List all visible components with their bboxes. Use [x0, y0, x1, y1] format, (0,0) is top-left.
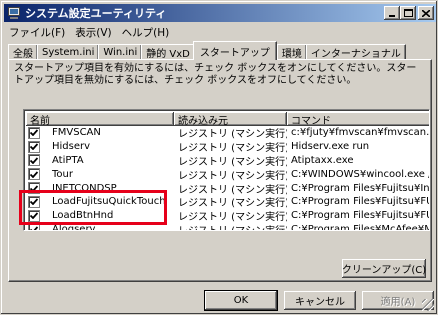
table-row[interactable]: Hidserv レジストリ (マシン実行) Hidserv.exe run: [26, 140, 429, 155]
menu-bar: ファイル(F) 表示(V) ヘルプ(H): [4, 23, 174, 41]
row-source: レジストリ (マシン実行): [178, 212, 287, 224]
row-name: AtiPTA: [52, 154, 84, 166]
row-source: レジストリ (マシン実行): [178, 198, 287, 210]
tab-environment[interactable]: 環境: [276, 44, 307, 60]
column-header-name[interactable]: 名前: [26, 112, 174, 126]
row-source: レジストリ (マシン実行): [178, 129, 287, 141]
checkmark-icon: [30, 143, 38, 151]
ok-button[interactable]: OK: [205, 291, 277, 310]
tab-system-ini[interactable]: System.ini: [37, 44, 100, 60]
row-source: レジストリ (マシン実行): [174, 222, 287, 230]
row-name-cell: AtiPTA: [26, 154, 174, 167]
row-command: Hidserv.exe run: [291, 141, 370, 153]
system-config-window: システム設定ユーティリティ ファイル(F) 表示(V) ヘルプ(H) 全般 Sy…: [0, 0, 438, 315]
menu-help[interactable]: ヘルプ(H): [117, 25, 175, 40]
checkmark-icon: [30, 129, 38, 137]
tab-win-ini[interactable]: Win.ini: [98, 44, 143, 60]
startup-item-checkbox[interactable]: [28, 140, 40, 153]
cancel-button[interactable]: キャンセル: [284, 291, 356, 310]
row-name-cell: FMVSCAN: [26, 126, 174, 139]
checkmark-icon: [30, 171, 38, 178]
row-command: C:¥WINDOWS¥wincool.exe /startup: [291, 168, 429, 180]
tab-general[interactable]: 全般: [8, 44, 38, 60]
tab-startup[interactable]: スタートアップ: [192, 41, 277, 60]
row-name: Hidserv: [52, 141, 91, 153]
startup-item-checkbox[interactable]: [28, 126, 40, 139]
row-command: C:¥Program Files¥McAfee¥McAfee: [291, 223, 430, 231]
minimize-icon: [389, 15, 395, 17]
row-name-cell: Hidserv: [26, 140, 174, 153]
close-icon: [422, 9, 430, 17]
startup-item-checkbox[interactable]: [28, 154, 40, 167]
system-monitor-icon: [7, 6, 21, 20]
row-name: Tour: [52, 168, 73, 180]
table-row[interactable]: AtiPTA レジストリ (マシン実行) Atiptaxx.exe: [26, 154, 429, 168]
row-name-cell: Tour: [26, 168, 174, 181]
maximize-button[interactable]: [400, 6, 416, 20]
startup-item-checkbox[interactable]: [28, 168, 40, 181]
list-header: 名前 読み込み元 コマンド: [26, 112, 429, 126]
close-button[interactable]: [418, 6, 434, 20]
window-title: システム設定ユーティリティ: [25, 7, 167, 20]
checkmark-icon: [30, 157, 38, 164]
maximize-icon: [403, 9, 413, 17]
minimize-button[interactable]: [384, 6, 400, 20]
column-header-source[interactable]: 読み込み元: [174, 112, 287, 126]
row-command: C:¥Program Files¥Fujitsu¥InetCon: [291, 182, 430, 194]
row-source: レジストリ (マシン実行): [178, 184, 287, 196]
row-command: c:¥fjuty¥fmvscan¥fmvscan.exe: [291, 127, 430, 139]
row-command: C:¥Program Files¥Fujitsu¥FUJ02: [291, 210, 429, 222]
row-command: Atiptaxx.exe: [291, 154, 354, 166]
title-bar[interactable]: システム設定ユーティリティ: [4, 4, 436, 22]
row-name: FMVSCAN: [52, 127, 101, 139]
startup-description: スタートアップ項目を有効にするには、チェック ボックスをオンにしてください。スタ…: [14, 63, 417, 86]
row-name: Alogserv: [52, 223, 96, 231]
row-source: レジストリ (マシン実行): [178, 143, 287, 155]
row-source: レジストリ (マシン実行): [178, 170, 287, 182]
checkmark-icon: [30, 226, 38, 230]
table-row[interactable]: FMVSCAN レジストリ (マシン実行) c:¥fjuty¥fmvscan¥fmv…: [26, 126, 430, 141]
menu-file[interactable]: ファイル(F): [4, 25, 70, 40]
highlight-annotation: [19, 190, 167, 225]
table-row[interactable]: Tour レジストリ (マシン実行) C:¥WINDOWS¥wincool.exe …: [26, 167, 429, 182]
tab-strip: 全般 System.ini Win.ini 静的 VxD スタートアップ 環境 …: [8, 41, 406, 60]
row-source: レジストリ (マシン実行): [178, 157, 287, 168]
title-buttons: [384, 6, 434, 20]
tab-static-vxd[interactable]: 静的 VxD: [141, 44, 195, 60]
column-header-command[interactable]: コマンド: [287, 112, 429, 126]
cleanup-button[interactable]: クリーンアップ(C): [342, 259, 426, 278]
resize-grip[interactable]: [422, 299, 434, 311]
tab-international[interactable]: インターナショナル: [305, 44, 406, 60]
menu-view[interactable]: 表示(V): [70, 25, 116, 40]
row-command: C:¥Program Files¥Fujitsu¥FUJ02: [291, 196, 429, 208]
